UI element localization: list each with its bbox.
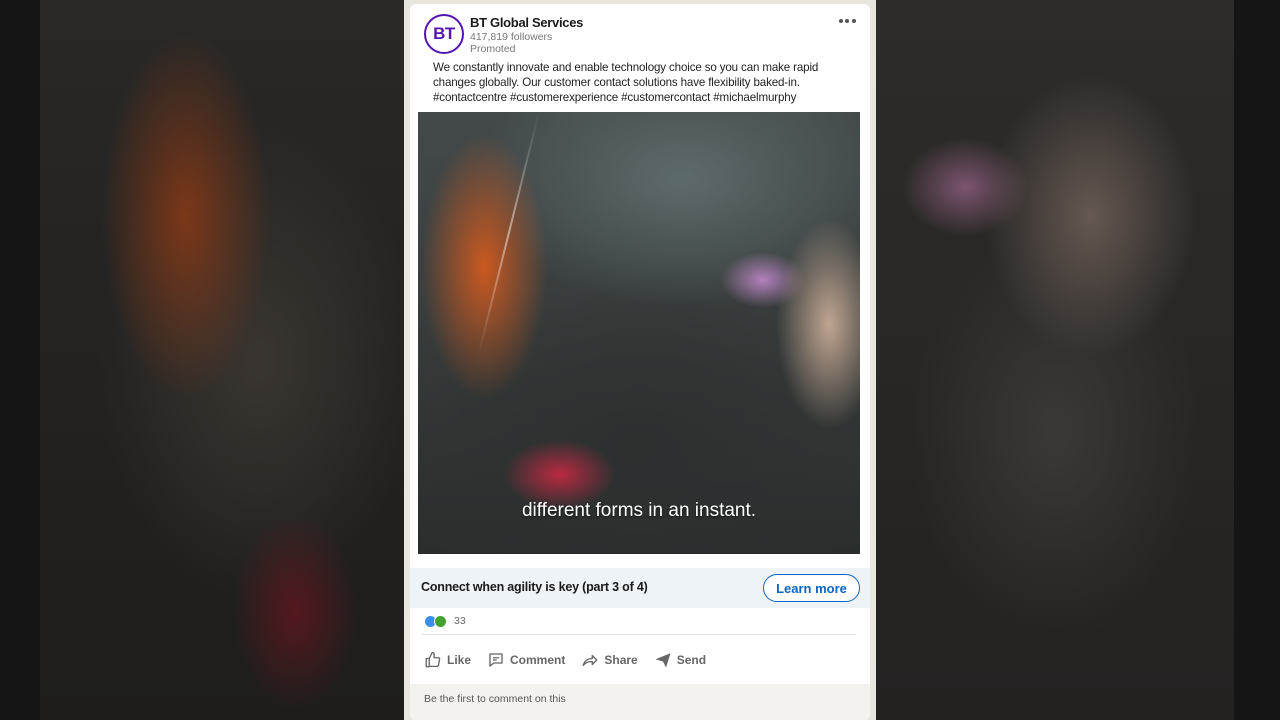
reaction-count: 33 [454,615,466,627]
follower-count: 417,819 followers [470,31,553,43]
send-button[interactable]: Send [654,651,706,669]
thumbs-up-icon [425,651,441,668]
video-player[interactable]: different forms in an instant. [418,112,860,554]
comment-label: Comment [510,653,566,667]
company-name[interactable]: BT Global Services [470,15,583,30]
send-label: Send [676,653,707,667]
comment-button[interactable]: Comment [487,651,565,669]
company-logo[interactable]: BT [424,14,464,54]
more-options-icon[interactable] [834,12,860,30]
company-logo-text: BT [433,24,455,43]
blurred-background-left [40,0,404,720]
cta-bar: Connect when agility is key (part 3 of 4… [410,568,870,608]
share-label: Share [604,653,638,667]
right-frame-edge [1234,0,1280,720]
comment-prompt-bar[interactable]: Be the first to comment on this [410,684,870,720]
post-card-inner: BT BT Global Services 417,819 followers … [410,4,870,720]
cta-title[interactable]: Connect when agility is key (part 3 of 4… [421,580,648,594]
left-frame-edge [0,0,40,720]
video-light-streak [477,112,540,355]
like-label: Like [447,653,472,667]
post-hashtags[interactable]: #contactcentre #customerexperience #cust… [433,90,853,105]
post-card: BT BT Global Services 417,819 followers … [404,0,876,720]
first-comment-prompt: Be the first to comment on this [424,693,566,705]
promoted-label: Promoted [470,43,516,55]
reactions-summary[interactable]: 33 [424,614,466,628]
like-button[interactable]: Like [424,651,471,669]
share-icon [582,654,598,666]
share-button[interactable]: Share [581,651,638,669]
post-text-line: We constantly innovate and enable techno… [433,61,819,74]
send-icon [655,653,671,668]
comment-icon [489,653,503,667]
video-caption: different forms in an instant. [521,500,757,521]
social-divider [422,634,856,635]
blurred-background-right [876,0,1234,720]
action-bar: Like Comment Share Send [424,649,722,671]
post-text-line: changes globally. Our customer contact s… [433,76,800,89]
learn-more-button[interactable]: Learn more [763,574,860,602]
post-text: We constantly innovate and enable techno… [433,60,853,105]
celebrate-reaction-icon [434,614,447,628]
